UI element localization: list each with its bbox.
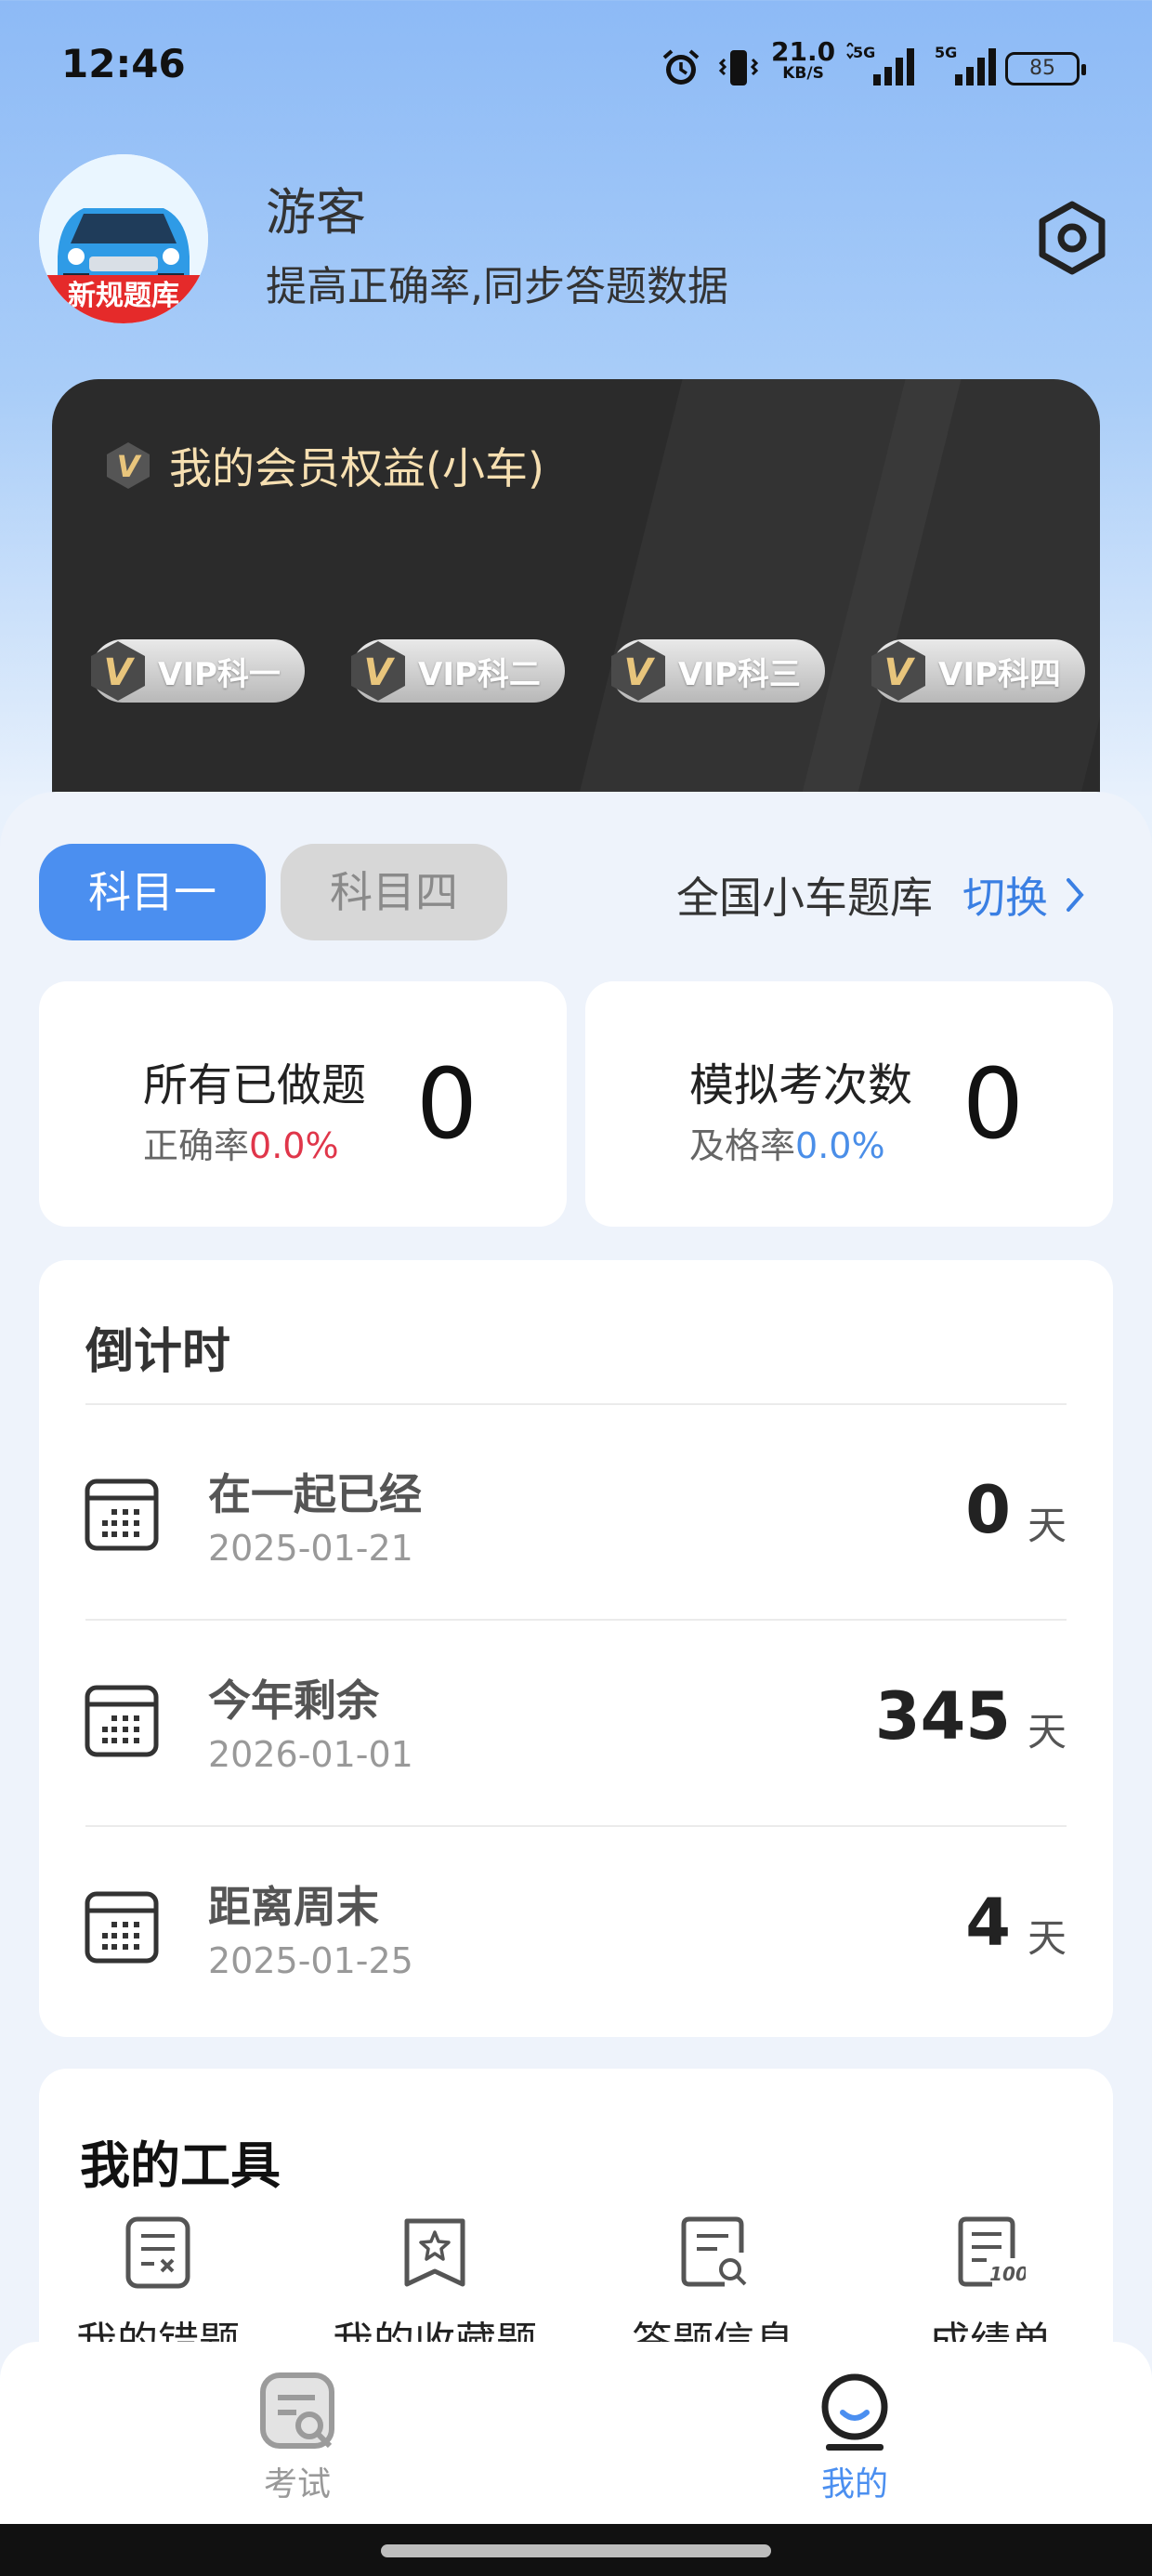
- bottom-nav: 考试 我的: [0, 2342, 1152, 2524]
- stat-card-questions-done[interactable]: 所有已做题 正确率0.0% 0: [39, 981, 567, 1227]
- vip-pill-subject-4[interactable]: V VIP科四: [871, 639, 1085, 703]
- wrong-questions-icon: [125, 2216, 190, 2289]
- system-gesture-area: [0, 2524, 1152, 2576]
- countdown-unit: 天: [1027, 1709, 1067, 1755]
- countdown-label: 在一起已经: [208, 1469, 422, 1519]
- countdown-label: 距离周末: [208, 1882, 379, 1932]
- vip-title: 我的会员权益(小车): [169, 443, 544, 493]
- countdown-value: 4: [965, 1885, 1011, 1961]
- stat-title: 所有已做题: [143, 1059, 367, 1111]
- vip-pill-subject-1[interactable]: V VIP科一: [91, 639, 305, 703]
- calendar-icon: [85, 1891, 159, 1964]
- tab-subject-1[interactable]: 科目一: [39, 844, 266, 940]
- svg-text:5G: 5G: [935, 44, 957, 61]
- countdown-card: 倒计时 在一起已经 2025-01-21 0 天 今年剩余 2026-01-01…: [39, 1260, 1113, 2037]
- username[interactable]: 游客: [266, 171, 366, 244]
- vibrate-icon: [718, 50, 759, 85]
- divider: [85, 1825, 1067, 1827]
- chevron-right-icon: [1067, 878, 1084, 912]
- vip-badge-icon: V: [107, 442, 150, 489]
- vip-badge-icon: V: [871, 641, 925, 701]
- exam-icon: [260, 2372, 334, 2449]
- signal-icon: 5G: [846, 43, 914, 85]
- countdown-value: 0: [965, 1472, 1011, 1548]
- battery-icon: 85: [1005, 52, 1086, 85]
- countdown-unit: 天: [1027, 1915, 1067, 1961]
- svg-text:100: 100: [989, 2263, 1026, 2285]
- svg-text:V: V: [624, 651, 656, 694]
- network-speed: 21.0 KB/S: [771, 36, 836, 83]
- settings-icon[interactable]: [1033, 199, 1111, 277]
- svg-text:5G: 5G: [853, 44, 875, 61]
- favorite-questions-icon: [404, 2218, 465, 2287]
- stat-value: 0: [415, 1047, 478, 1161]
- avatar[interactable]: 新规题库: [39, 154, 208, 323]
- countdown-unit: 天: [1027, 1503, 1067, 1548]
- vip-pill-subject-2[interactable]: V VIP科二: [351, 639, 565, 703]
- vip-benefits-card[interactable]: V 我的会员权益(小车) V VIP科一 V VIP科二 V VIP科三 V V…: [52, 379, 1100, 816]
- calendar-icon: [85, 1479, 159, 1551]
- status-bar: 12:46 21.0 KB/S 5G 5G 85: [0, 0, 1152, 139]
- vip-badge-icon: V: [611, 641, 665, 701]
- profile-icon: [821, 2373, 888, 2451]
- calendar-icon: [85, 1685, 159, 1757]
- tab-subject-4[interactable]: 科目四: [281, 844, 507, 940]
- countdown-label: 今年剩余: [208, 1676, 379, 1726]
- switch-bank-button[interactable]: 切换: [962, 864, 1089, 926]
- signal-icon: 5G: [935, 44, 996, 85]
- avatar-logo-text: 新规题库: [39, 275, 208, 323]
- question-bank-name: 全国小车题库: [676, 873, 933, 923]
- nav-item-mine[interactable]: 我的: [762, 2370, 948, 2505]
- countdown-value: 345: [874, 1678, 1011, 1755]
- report-card-icon: 100: [958, 2216, 1026, 2287]
- countdown-row[interactable]: 距离周末 2025-01-25 4 天: [39, 1833, 1113, 2018]
- divider: [85, 1619, 1067, 1621]
- vip-badge-icon: V: [351, 641, 405, 701]
- countdown-date: 2025-01-25: [208, 1940, 413, 1981]
- vip-badge-icon: V: [91, 641, 145, 701]
- answer-info-icon: [681, 2216, 747, 2287]
- countdown-row[interactable]: 在一起已经 2025-01-21 0 天: [39, 1420, 1113, 1606]
- stat-card-mock-exams[interactable]: 模拟考次数 及格率0.0% 0: [585, 981, 1113, 1227]
- svg-text:V: V: [364, 651, 396, 694]
- nav-item-exam[interactable]: 考试: [204, 2370, 390, 2505]
- stat-value: 0: [962, 1047, 1024, 1161]
- countdown-date: 2026-01-01: [208, 1734, 413, 1775]
- stat-title: 模拟考次数: [689, 1059, 913, 1111]
- alarm-icon: [662, 49, 700, 85]
- login-prompt[interactable]: 提高正确率,同步答题数据: [266, 253, 728, 312]
- vip-pill-subject-3[interactable]: V VIP科三: [611, 639, 825, 703]
- stat-subtitle: 正确率0.0%: [143, 1125, 339, 1166]
- svg-text:V: V: [884, 651, 916, 694]
- countdown-title: 倒计时: [85, 1324, 231, 1380]
- stat-subtitle: 及格率0.0%: [689, 1125, 885, 1166]
- svg-text:V: V: [117, 449, 142, 484]
- svg-text:V: V: [104, 651, 136, 694]
- countdown-row[interactable]: 今年剩余 2026-01-01 345 天: [39, 1626, 1113, 1812]
- divider: [85, 1403, 1067, 1405]
- tools-title: 我的工具: [80, 2136, 281, 2195]
- countdown-date: 2025-01-21: [208, 1528, 413, 1569]
- status-time: 12:46: [61, 41, 186, 86]
- home-gesture-bar[interactable]: [381, 2544, 771, 2557]
